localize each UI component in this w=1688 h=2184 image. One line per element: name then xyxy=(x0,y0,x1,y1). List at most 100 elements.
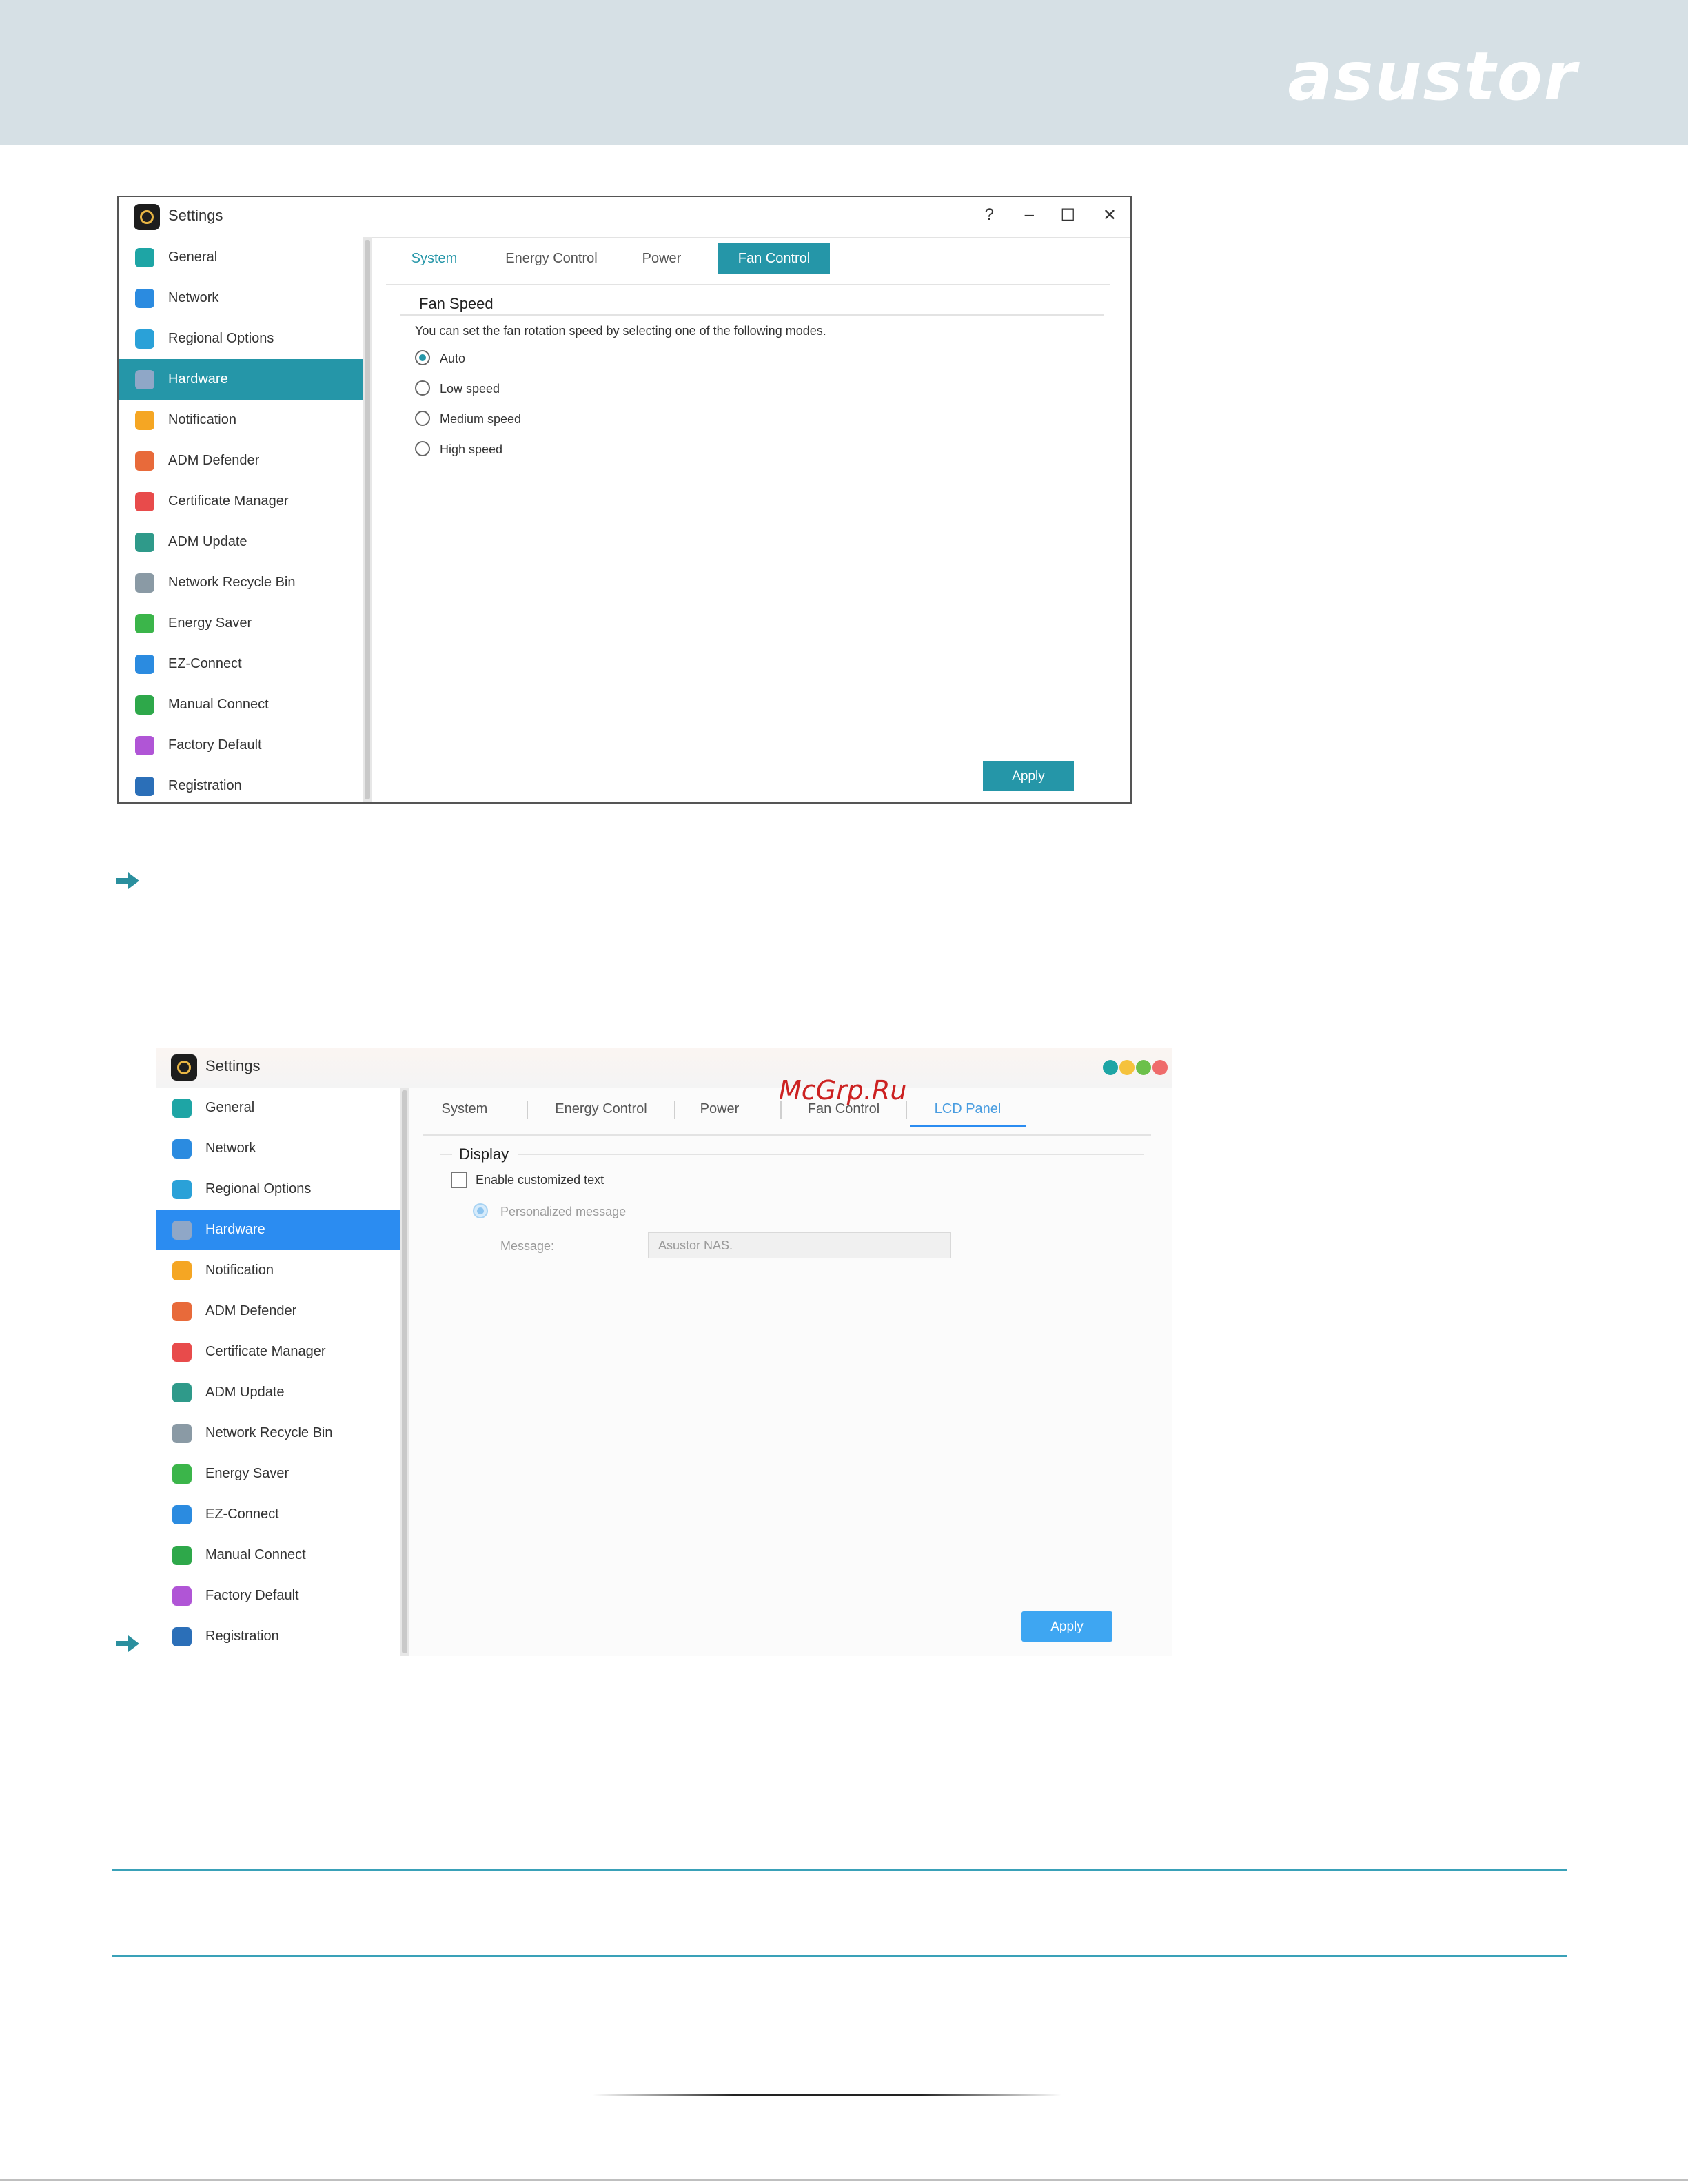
energy-saver-icon xyxy=(172,1464,192,1484)
sidebar-item-label: Hardware xyxy=(168,371,228,387)
sidebar: General Network Regional Options Hardware No… xyxy=(119,237,363,802)
medium-speed-radio[interactable] xyxy=(415,411,430,426)
sidebar-item-factory-default[interactable]: Factory Default xyxy=(156,1575,400,1616)
section-divider xyxy=(400,314,1104,316)
globe-icon xyxy=(172,1139,192,1159)
apply-button[interactable]: Apply xyxy=(1021,1611,1112,1642)
sidebar-item-label: Notification xyxy=(205,1263,274,1278)
sidebar-item-adm-defender[interactable]: ADM Defender xyxy=(156,1291,400,1331)
sidebar-item-label: Network Recycle Bin xyxy=(205,1425,333,1440)
sidebar-item-hardware[interactable]: Hardware xyxy=(156,1210,400,1250)
regional-options-icon xyxy=(135,329,154,349)
manual-connect-icon xyxy=(135,695,154,715)
sidebar-item-hardware[interactable]: Hardware xyxy=(119,359,363,400)
sidebar-item-label: Energy Saver xyxy=(168,615,252,631)
sidebar-item-label: General xyxy=(168,249,218,265)
sidebar-item-label: Hardware xyxy=(205,1222,265,1237)
sidebar-item-label: ADM Update xyxy=(205,1385,285,1400)
sidebar-item-network-recycle-bin[interactable]: Network Recycle Bin xyxy=(119,562,363,603)
energy-saver-icon xyxy=(135,614,154,633)
traffic-light-red-icon[interactable] xyxy=(1152,1060,1168,1075)
message-input[interactable]: Asustor NAS. xyxy=(648,1232,951,1258)
sidebar-item-label: Registration xyxy=(205,1629,279,1644)
sidebar-item-certificate-manager[interactable]: Certificate Manager xyxy=(119,481,363,522)
sidebar-item-adm-update[interactable]: ADM Update xyxy=(156,1372,400,1413)
recycle-bin-icon xyxy=(172,1424,192,1443)
message-label: Message: xyxy=(500,1239,555,1253)
traffic-light-yellow-icon[interactable] xyxy=(1119,1060,1135,1075)
sidebar-item-general[interactable]: General xyxy=(119,237,363,278)
tab-energy-control[interactable]: Energy Control xyxy=(496,243,607,274)
high-speed-label: High speed xyxy=(440,442,503,456)
sidebar-item-label: EZ-Connect xyxy=(168,656,242,671)
sidebar-item-energy-saver[interactable]: Energy Saver xyxy=(119,603,363,644)
sidebar-item-registration[interactable]: Registration xyxy=(119,766,363,806)
sidebar: General Network Regional Options Hardware No… xyxy=(156,1088,400,1656)
sidebar-item-ez-connect[interactable]: EZ-Connect xyxy=(119,644,363,684)
personalized-message-label: Personalized message xyxy=(500,1205,627,1218)
sidebar-item-notification[interactable]: Notification xyxy=(156,1250,400,1291)
registration-icon xyxy=(172,1627,192,1646)
globe-icon xyxy=(135,289,154,308)
watermark: McGrp.Ru xyxy=(779,1075,907,1105)
sidebar-item-regional-options[interactable]: Regional Options xyxy=(156,1169,400,1210)
sidebar-scrollbar[interactable] xyxy=(400,1088,409,1656)
notification-icon xyxy=(135,411,154,430)
certificate-icon xyxy=(135,492,154,511)
sidebar-item-notification[interactable]: Notification xyxy=(119,400,363,440)
cloud-icon xyxy=(172,1505,192,1524)
sidebar-item-energy-saver[interactable]: Energy Saver xyxy=(156,1453,400,1494)
sidebar-item-network-recycle-bin[interactable]: Network Recycle Bin xyxy=(156,1413,400,1453)
tab-separator xyxy=(527,1101,528,1119)
sidebar-item-manual-connect[interactable]: Manual Connect xyxy=(119,684,363,725)
auto-radio[interactable] xyxy=(415,350,430,365)
tab-power[interactable]: Power xyxy=(627,243,696,274)
sidebar-item-factory-default[interactable]: Factory Default xyxy=(119,725,363,766)
recycle-bin-icon xyxy=(135,573,154,593)
arrow-bullet-icon xyxy=(116,872,139,889)
title-bar: Settings xyxy=(156,1048,1172,1088)
tab-fan-control[interactable]: Fan Control xyxy=(718,243,830,274)
sidebar-item-adm-defender[interactable]: ADM Defender xyxy=(119,440,363,481)
update-icon xyxy=(172,1383,192,1402)
tab-power[interactable]: Power xyxy=(685,1093,754,1125)
minimize-icon[interactable]: – xyxy=(1025,205,1034,225)
general-icon xyxy=(172,1099,192,1118)
sidebar-item-network[interactable]: Network xyxy=(156,1128,400,1169)
window-title: Settings xyxy=(205,1057,261,1074)
sidebar-item-general[interactable]: General xyxy=(156,1088,400,1128)
close-icon[interactable]: ✕ xyxy=(1103,205,1117,225)
certificate-icon xyxy=(172,1343,192,1362)
sidebar-item-manual-connect[interactable]: Manual Connect xyxy=(156,1535,400,1575)
tab-lcd-panel[interactable]: LCD Panel xyxy=(910,1093,1026,1127)
hardware-icon xyxy=(172,1221,192,1240)
tab-system[interactable]: System xyxy=(400,243,469,274)
sidebar-item-label: Certificate Manager xyxy=(205,1344,326,1359)
sidebar-item-certificate-manager[interactable]: Certificate Manager xyxy=(156,1331,400,1372)
tab-energy-control[interactable]: Energy Control xyxy=(546,1093,656,1125)
factory-default-icon xyxy=(172,1586,192,1606)
traffic-light-green-icon[interactable] xyxy=(1136,1060,1151,1075)
sidebar-item-adm-update[interactable]: ADM Update xyxy=(119,522,363,562)
sidebar-item-regional-options[interactable]: Regional Options xyxy=(119,318,363,359)
low-speed-radio[interactable] xyxy=(415,380,430,396)
section-title: Fan Speed xyxy=(419,295,494,312)
help-icon[interactable]: ? xyxy=(985,205,994,225)
traffic-light-teal-icon[interactable] xyxy=(1103,1060,1118,1075)
firewall-icon xyxy=(135,451,154,471)
tab-bar: System Energy Control Power Fan Control xyxy=(386,243,1110,285)
sidebar-item-registration[interactable]: Registration xyxy=(156,1616,400,1657)
sidebar-item-label: Network xyxy=(168,290,219,305)
apply-button[interactable]: Apply xyxy=(983,761,1074,791)
enable-customized-text-checkbox[interactable] xyxy=(451,1172,467,1188)
maximize-icon[interactable]: ☐ xyxy=(1060,205,1075,225)
general-icon xyxy=(135,248,154,267)
tab-system[interactable]: System xyxy=(430,1093,499,1125)
sidebar-scrollbar[interactable] xyxy=(363,237,372,802)
personalized-message-radio[interactable] xyxy=(473,1203,488,1218)
sidebar-item-ez-connect[interactable]: EZ-Connect xyxy=(156,1494,400,1535)
high-speed-radio[interactable] xyxy=(415,441,430,456)
firewall-icon xyxy=(172,1302,192,1321)
sidebar-item-network[interactable]: Network xyxy=(119,278,363,318)
arrow-bullet-icon xyxy=(116,1635,139,1652)
